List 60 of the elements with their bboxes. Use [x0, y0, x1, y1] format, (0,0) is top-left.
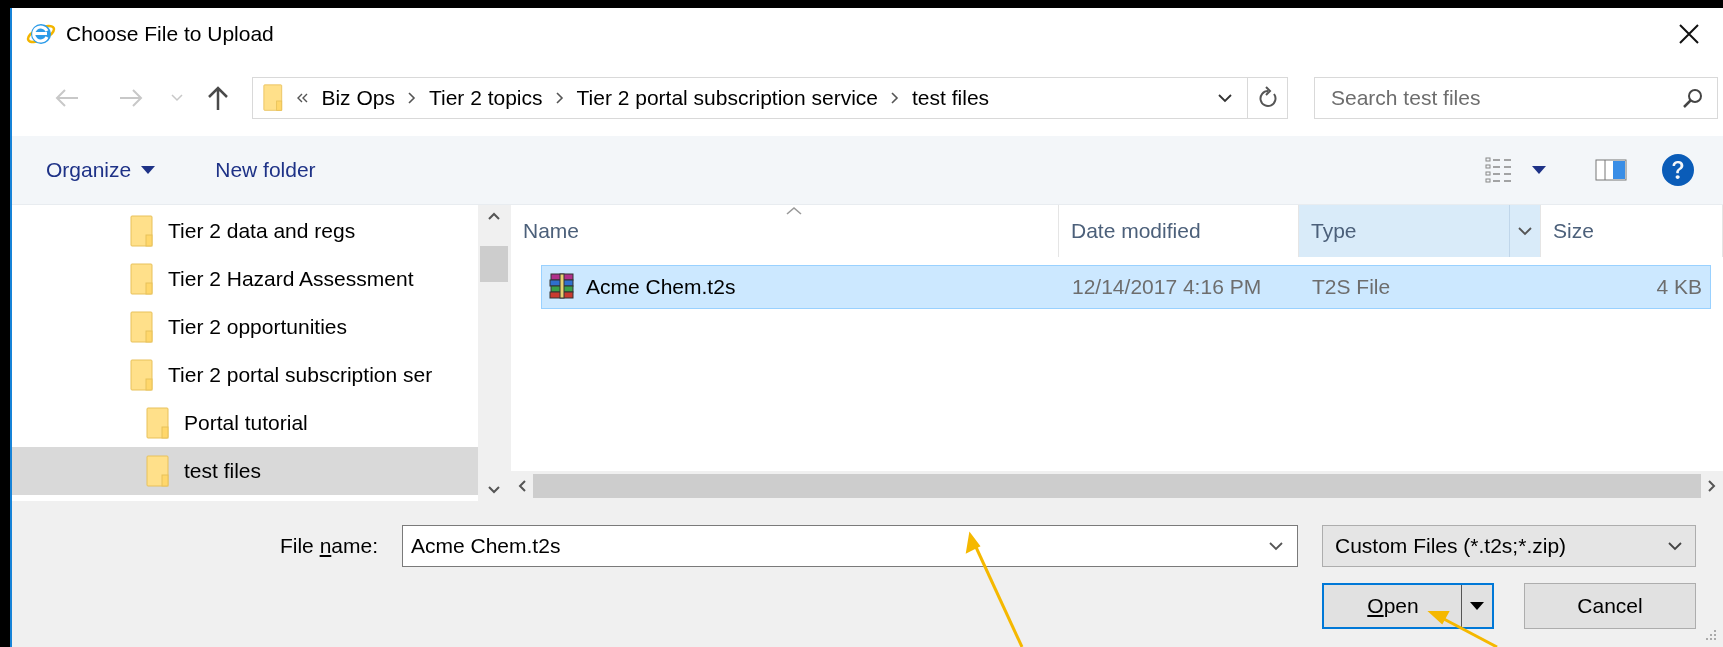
file-size: 4 KB — [1655, 275, 1703, 299]
column-header[interactable]: Size — [1541, 205, 1723, 257]
file-type-dropdown[interactable]: Custom Files (*.t2s;*.zip) — [1322, 525, 1696, 567]
folder-tree-item[interactable]: Portal tutorial — [12, 399, 478, 447]
date-modified: 12/14/2017 4:16 PM — [1071, 275, 1263, 299]
search-field[interactable]: Search test files — [1314, 77, 1718, 119]
breadcrumb-item[interactable]: test files — [912, 86, 990, 110]
folder-icon — [146, 407, 170, 439]
open-button[interactable]: Open — [1322, 583, 1494, 629]
chevron-down-icon — [1217, 93, 1233, 103]
annotation-arrow — [1427, 611, 1498, 647]
horizontal-scrollbar[interactable] — [511, 471, 1723, 501]
column-header[interactable]: Type — [1299, 205, 1541, 257]
help-icon[interactable] — [1661, 153, 1695, 187]
file-row[interactable]: Acme Chem.t2s 12/14/2017 4:16 PM T2S File 4 KB — [541, 265, 1711, 309]
address-bar[interactable]: Biz Ops Tier 2 topics Tier 2 portal subscription service test files — [252, 77, 1288, 119]
scrollbar-thumb[interactable] — [480, 246, 508, 282]
refresh-icon — [1256, 86, 1279, 110]
organize-menu-button[interactable]: Organize — [46, 152, 156, 188]
double-chevron-icon — [295, 92, 310, 104]
chevron-down-icon — [1268, 541, 1284, 551]
folder-icon — [130, 359, 154, 391]
file-name-label: File name: — [279, 534, 378, 558]
folder-tree-item[interactable]: Tier 2 opportunities — [12, 303, 478, 351]
cancel-button[interactable]: Cancel — [1524, 583, 1696, 629]
chevron-right-icon — [1707, 479, 1717, 493]
folder-icon — [263, 84, 284, 112]
file-type: T2S File — [1311, 275, 1392, 299]
scrollbar-thumb[interactable] — [533, 474, 1701, 498]
folder-tree-item[interactable]: Tier 2 portal subscription ser — [12, 351, 478, 399]
search-icon — [1682, 87, 1704, 109]
file-name: Acme Chem.t2s — [586, 275, 736, 299]
chevron-up-icon — [487, 211, 501, 221]
toolbar-button[interactable]: New folder — [215, 152, 316, 188]
vertical-scrollbar[interactable] — [478, 205, 510, 501]
folder-tree-item[interactable]: Tier 2 Hazard Assessment — [12, 255, 478, 303]
chevron-right-icon — [554, 91, 565, 105]
breadcrumb-item[interactable]: Biz Ops — [321, 86, 395, 110]
chevron-down-icon — [1517, 226, 1533, 236]
folder-icon — [130, 263, 154, 295]
caret-icon — [141, 166, 156, 174]
chevron-down-icon — [1667, 541, 1683, 551]
folder-tree-item[interactable]: test files — [12, 447, 478, 495]
close-icon — [1678, 23, 1700, 45]
folder-tree-item[interactable]: Tier 2 data and regs — [12, 207, 478, 255]
folder-icon — [146, 455, 170, 487]
chevron-right-icon — [406, 91, 417, 105]
folder-icon — [130, 311, 154, 343]
folder-icon — [130, 215, 154, 247]
chevron-right-icon — [890, 91, 901, 105]
file-name-field[interactable]: Acme Chem.t2s — [402, 525, 1298, 567]
chevron-left-icon — [517, 479, 527, 493]
resize-grip-icon[interactable] — [1705, 629, 1717, 641]
caret-icon — [1532, 166, 1546, 174]
window-title: Choose File to Upload — [66, 22, 275, 46]
column-header[interactable]: Name — [511, 205, 1059, 257]
breadcrumb-item[interactable]: Tier 2 portal subscription service — [576, 86, 879, 110]
caret-icon — [1470, 602, 1484, 610]
chevron-down-icon — [487, 485, 501, 495]
breadcrumb-item[interactable]: Tier 2 topics — [428, 86, 543, 110]
